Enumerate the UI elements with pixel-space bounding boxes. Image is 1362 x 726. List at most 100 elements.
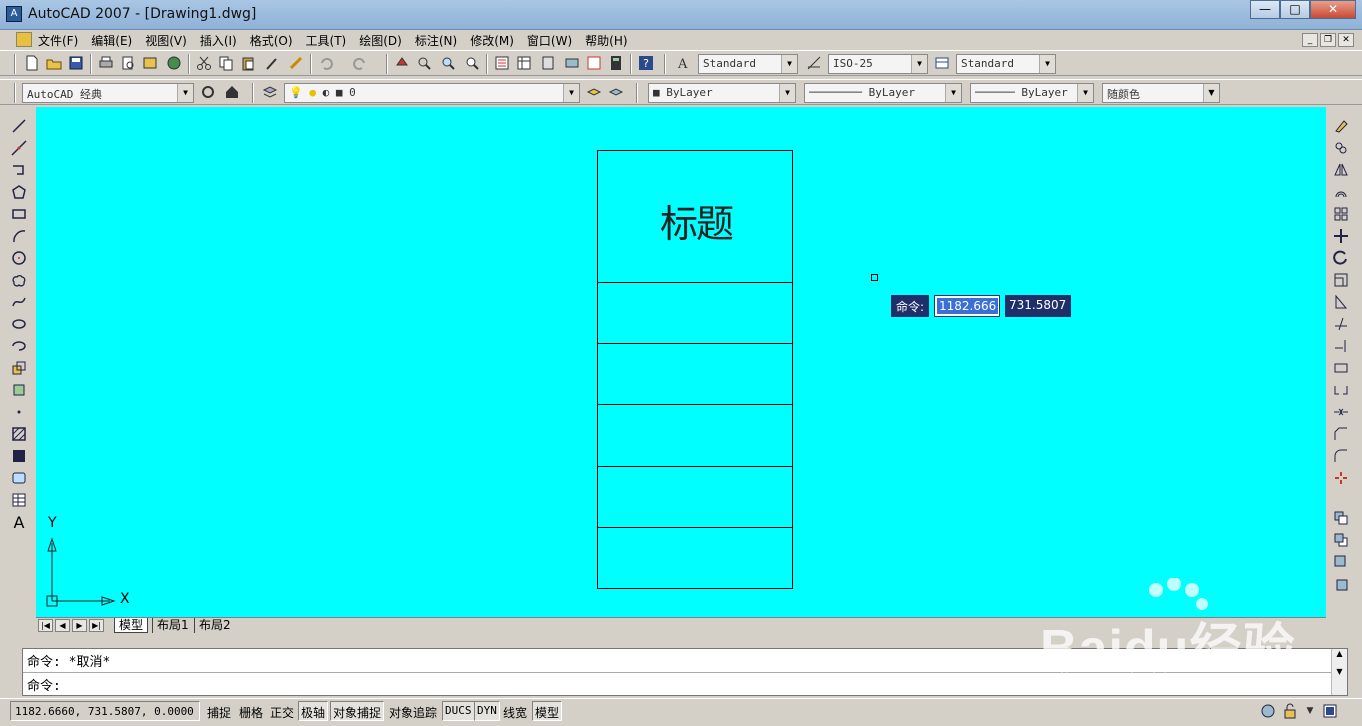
- sheet-set-icon[interactable]: [562, 53, 582, 73]
- match-properties-icon[interactable]: [262, 53, 282, 73]
- command-scrollbar[interactable]: ▲ ▼: [1331, 649, 1347, 695]
- last-tab-button[interactable]: ▶|: [89, 619, 104, 632]
- otrack-toggle[interactable]: 对象追踪: [386, 701, 440, 721]
- copy-icon[interactable]: [216, 53, 236, 73]
- tab-model[interactable]: 模型: [114, 618, 149, 633]
- mirror-icon[interactable]: [1330, 160, 1352, 180]
- insert-block-icon[interactable]: [8, 358, 30, 378]
- menu-format[interactable]: 格式(O): [250, 32, 293, 49]
- my-workspace-icon[interactable]: [222, 82, 242, 102]
- 3d-dwf-icon[interactable]: [164, 53, 184, 73]
- document-icon[interactable]: [16, 32, 32, 47]
- spline-icon[interactable]: [8, 292, 30, 312]
- gradient-icon[interactable]: [8, 446, 30, 466]
- linetype-select[interactable]: ──────── ByLayer ▼: [804, 83, 962, 103]
- plot-preview-icon[interactable]: [118, 53, 138, 73]
- menu-edit[interactable]: 编辑(E): [91, 32, 132, 49]
- layer-manager-icon[interactable]: [260, 82, 280, 102]
- menu-help[interactable]: 帮助(H): [585, 32, 627, 49]
- doc-close-button[interactable]: ✕: [1338, 33, 1354, 47]
- grid-toggle[interactable]: 栅格: [236, 701, 266, 721]
- dim-style-icon[interactable]: [804, 53, 824, 73]
- fillet-icon[interactable]: [1330, 446, 1352, 466]
- title-block-row[interactable]: [597, 405, 793, 467]
- hatch-icon[interactable]: [8, 424, 30, 444]
- workspace-select[interactable]: AutoCAD 经典 ▼: [22, 83, 194, 103]
- circle-icon[interactable]: [8, 248, 30, 268]
- table-style-icon[interactable]: [932, 53, 952, 73]
- prev-tab-button[interactable]: ◀: [55, 619, 70, 632]
- block-editor-icon[interactable]: [286, 53, 306, 73]
- dynamic-input-x[interactable]: 1182.666: [934, 295, 1000, 317]
- revision-cloud-icon[interactable]: [8, 270, 30, 290]
- close-button[interactable]: ✕: [1310, 0, 1356, 19]
- coordinate-readout[interactable]: 1182.6660, 731.5807, 0.0000: [10, 701, 200, 721]
- dim-style-select[interactable]: ISO-25 ▼: [828, 54, 928, 74]
- menu-file[interactable]: 文件(F): [38, 32, 78, 49]
- menu-tools[interactable]: 工具(T): [306, 32, 347, 49]
- menu-view[interactable]: 视图(V): [145, 32, 187, 49]
- snap-toggle[interactable]: 捕捉: [204, 701, 234, 721]
- command-prompt[interactable]: 命令:: [27, 675, 61, 694]
- array-icon[interactable]: [1330, 204, 1352, 224]
- maximize-button[interactable]: □: [1280, 0, 1310, 19]
- plot-icon[interactable]: [96, 53, 116, 73]
- menu-insert[interactable]: 插入(I): [200, 32, 237, 49]
- polygon-icon[interactable]: [8, 182, 30, 202]
- new-file-icon[interactable]: [22, 53, 42, 73]
- table-icon[interactable]: [8, 490, 30, 510]
- model-toggle[interactable]: 模型: [532, 701, 563, 721]
- join-icon[interactable]: [1330, 402, 1352, 422]
- break-icon[interactable]: [1330, 380, 1352, 400]
- erase-icon[interactable]: [1330, 116, 1352, 136]
- calculator-icon[interactable]: [606, 53, 626, 73]
- ducs-toggle[interactable]: DUCS: [442, 701, 475, 721]
- draworder-front-icon[interactable]: [1330, 508, 1352, 528]
- construction-line-icon[interactable]: [8, 138, 30, 158]
- command-box[interactable]: 命令: *取消* 命令: ▲ ▼: [22, 648, 1348, 696]
- design-center-icon[interactable]: [514, 53, 534, 73]
- zoom-window-icon[interactable]: [438, 53, 458, 73]
- arc-icon[interactable]: [8, 226, 30, 246]
- pan-realtime-icon[interactable]: [392, 53, 412, 73]
- offset-icon[interactable]: [1330, 182, 1352, 202]
- paste-icon[interactable]: [238, 53, 258, 73]
- ellipse-arc-icon[interactable]: [8, 336, 30, 356]
- point-icon[interactable]: [8, 402, 30, 422]
- menu-dimension[interactable]: 标注(N): [415, 32, 457, 49]
- minimize-button[interactable]: —: [1250, 0, 1280, 19]
- text-style-select[interactable]: Standard ▼: [698, 54, 798, 74]
- help-icon[interactable]: ?: [636, 53, 656, 73]
- stretch-icon[interactable]: [1330, 292, 1352, 312]
- menu-draw[interactable]: 绘图(D): [359, 32, 402, 49]
- toolbar-lock-icon[interactable]: [1280, 701, 1300, 721]
- comm-center-icon[interactable]: [1258, 701, 1278, 721]
- undo-icon[interactable]: [316, 53, 336, 73]
- title-block-row[interactable]: [597, 343, 793, 405]
- clean-screen-icon[interactable]: [1320, 701, 1340, 721]
- open-file-icon[interactable]: [44, 53, 64, 73]
- polar-toggle[interactable]: 极轴: [298, 701, 329, 721]
- doc-restore-button[interactable]: ❐: [1320, 33, 1336, 47]
- cut-icon[interactable]: [194, 53, 214, 73]
- explode-icon[interactable]: [1330, 468, 1352, 488]
- make-current-layer-icon[interactable]: [584, 82, 604, 102]
- trim-icon[interactable]: [1330, 314, 1352, 334]
- zoom-previous-icon[interactable]: [462, 53, 482, 73]
- tab-layout1[interactable]: 布局1: [152, 618, 193, 633]
- plot-style-select[interactable]: 随颜色 ▼: [1102, 83, 1220, 103]
- tool-palettes-icon[interactable]: [538, 53, 558, 73]
- zoom-realtime-icon[interactable]: [414, 53, 434, 73]
- rotate-icon[interactable]: [1330, 248, 1352, 268]
- osnap-toggle[interactable]: 对象捕捉: [330, 701, 385, 721]
- extend-icon[interactable]: [1330, 336, 1352, 356]
- title-block-heading[interactable]: 标题: [598, 193, 794, 248]
- tab-layout2[interactable]: 布局2: [194, 618, 235, 633]
- layer-select[interactable]: 💡 ● ◐ ■ 0 ▼: [284, 83, 580, 103]
- copy-object-icon[interactable]: [1330, 138, 1352, 158]
- lineweight-toggle[interactable]: 线宽: [500, 701, 530, 721]
- workspace-settings-icon[interactable]: [198, 82, 218, 102]
- title-block-row[interactable]: [597, 527, 793, 589]
- ortho-toggle[interactable]: 正交: [267, 701, 297, 721]
- first-tab-button[interactable]: |◀: [38, 619, 53, 632]
